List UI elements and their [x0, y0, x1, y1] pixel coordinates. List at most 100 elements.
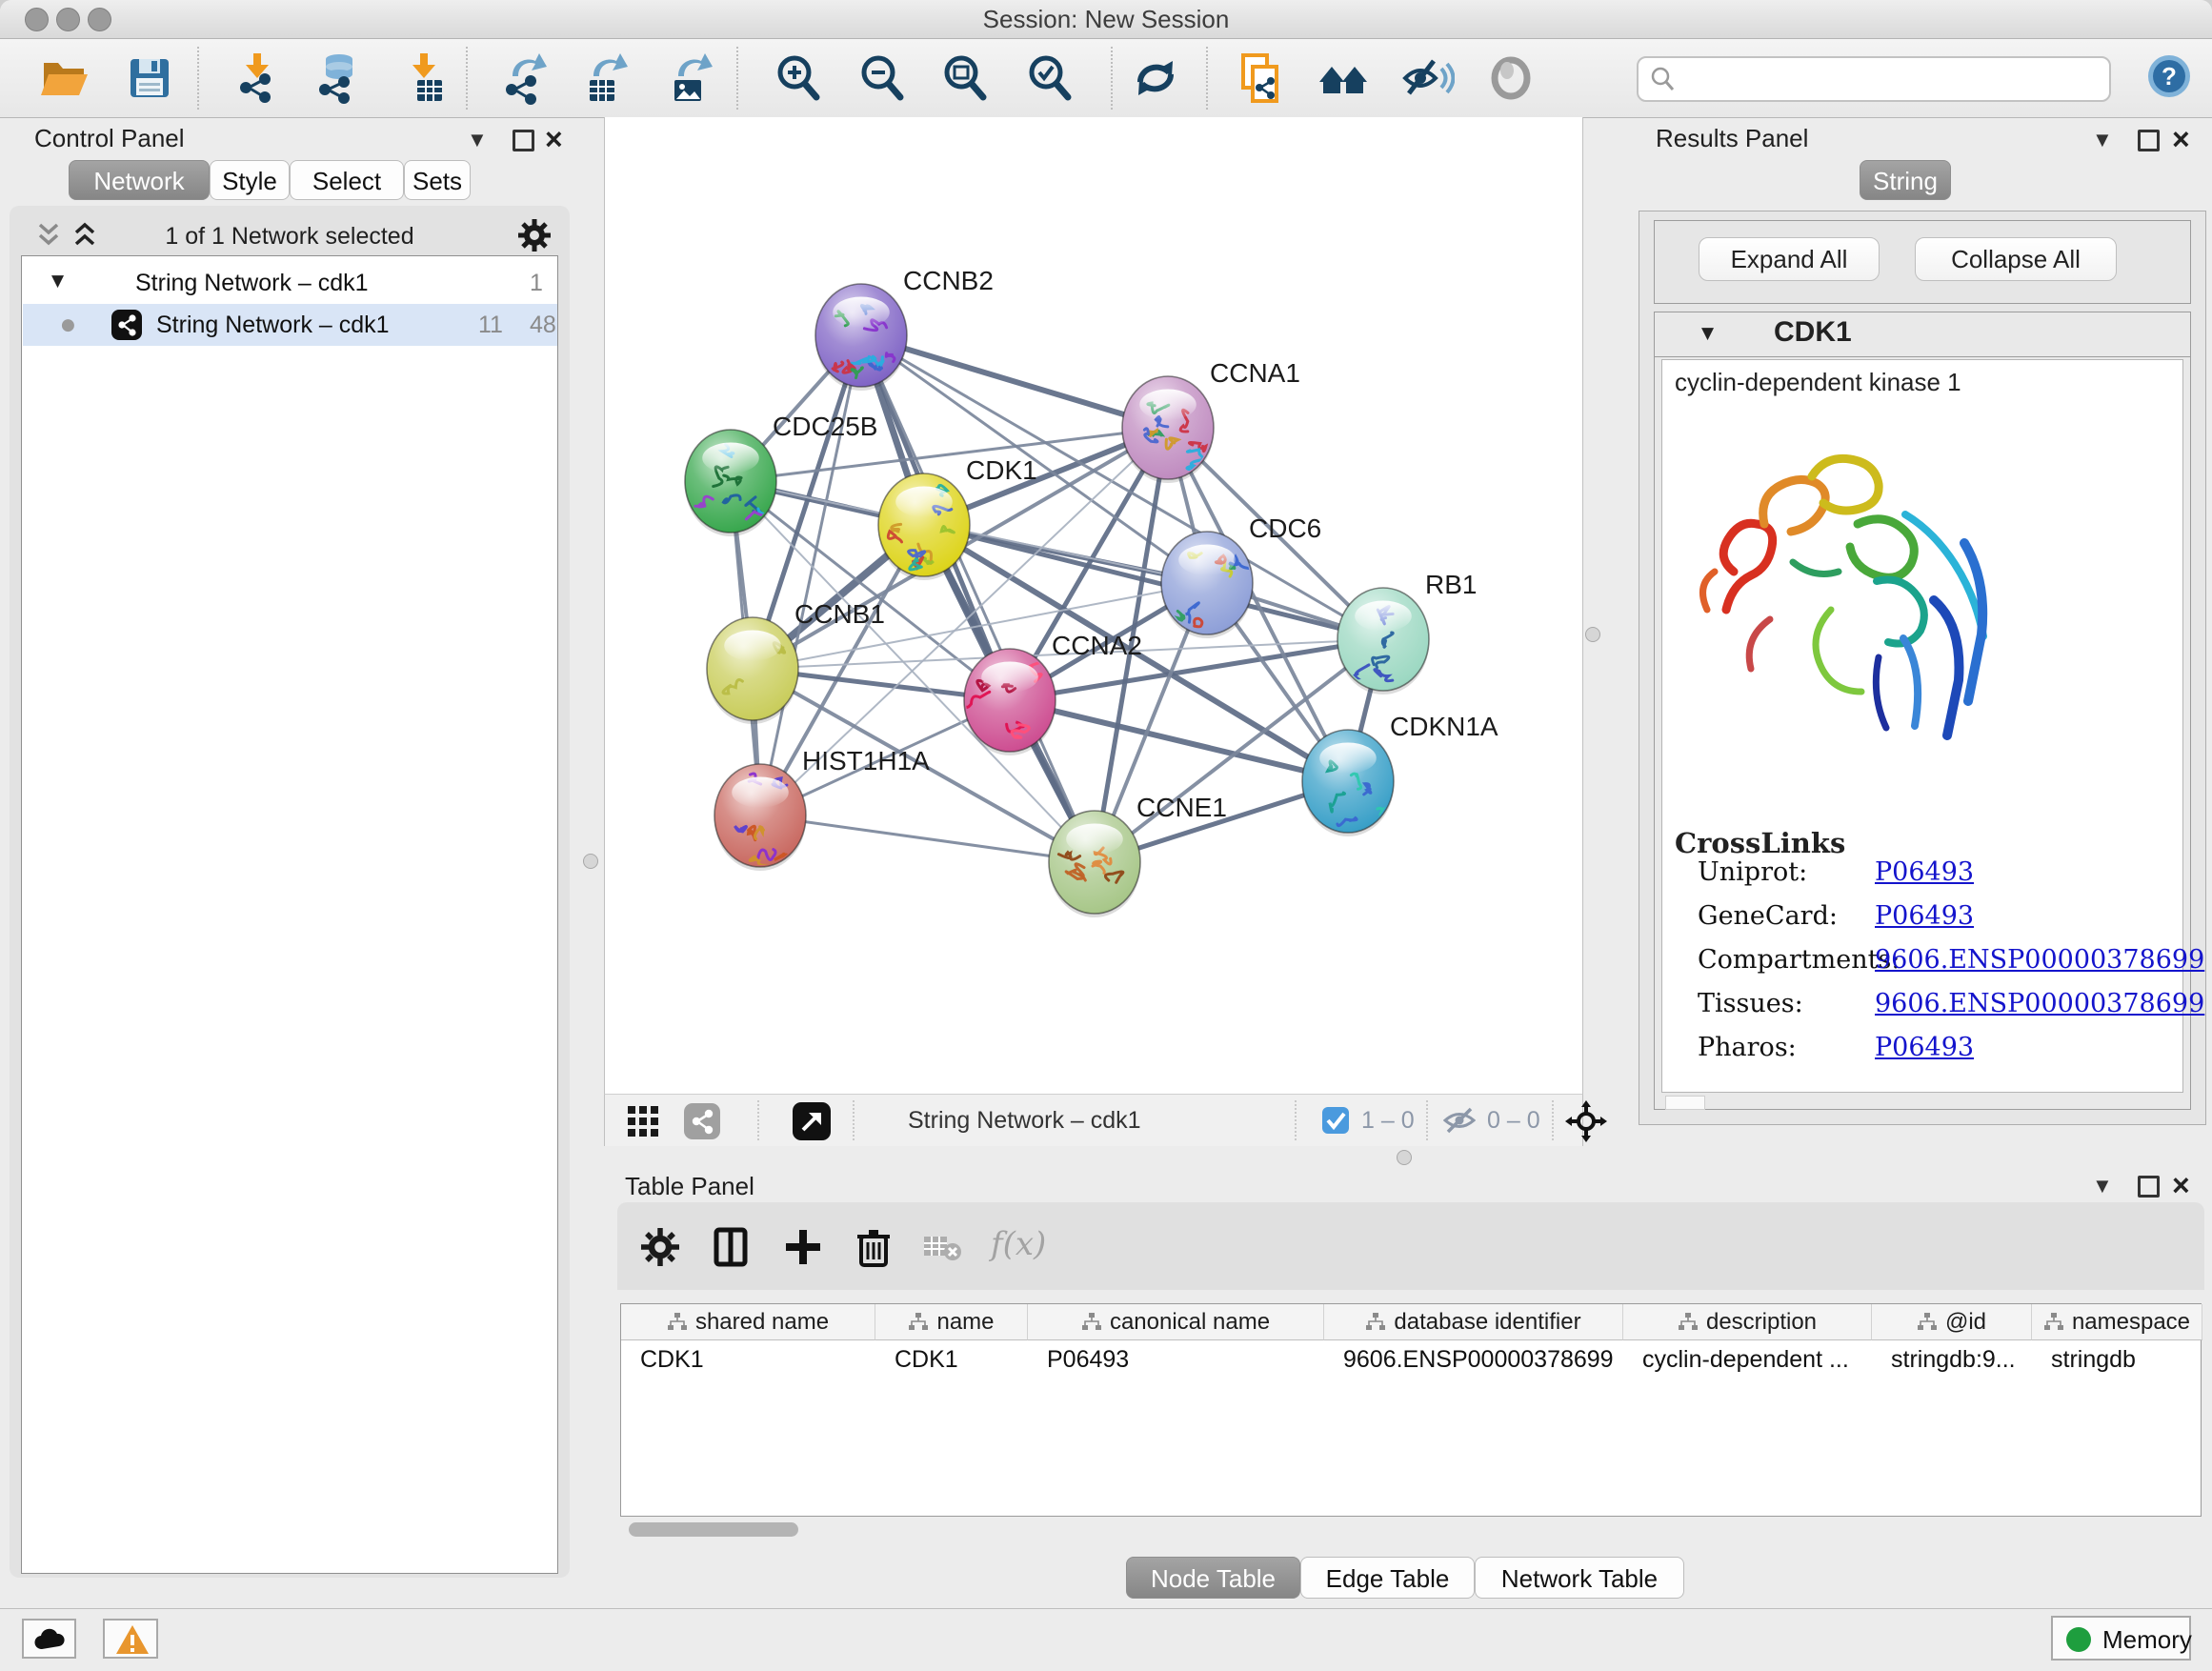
tab-select[interactable]: Select: [290, 160, 404, 200]
birds-eye-grid-icon[interactable]: [626, 1104, 660, 1138]
column-header-description[interactable]: description: [1623, 1304, 1872, 1340]
network-tree-row[interactable]: ● String Network – cdk1 11 48: [23, 304, 557, 346]
network-edge-ccnb2-ccne1[interactable]: [861, 335, 1095, 862]
column-header-database-identifier[interactable]: database identifier: [1324, 1304, 1623, 1340]
open-in-window-icon[interactable]: [792, 1101, 832, 1141]
table-panel-float-icon[interactable]: [2138, 1176, 2160, 1198]
control-panel-close-icon[interactable]: ×: [545, 126, 563, 152]
tab-edge-table[interactable]: Edge Table: [1300, 1557, 1475, 1599]
table-cell[interactable]: P06493: [1028, 1340, 1324, 1379]
crosslink-link[interactable]: 9606.ENSP00000378699: [1875, 989, 2204, 1018]
show-all-icon[interactable]: [1484, 51, 1538, 105]
results-panel-menu-icon[interactable]: ▼: [2092, 128, 2113, 152]
tab-style[interactable]: Style: [210, 160, 290, 200]
column-type-icon: [908, 1313, 929, 1332]
control-panel-float-icon[interactable]: [513, 130, 534, 151]
column-header-name[interactable]: name: [875, 1304, 1028, 1340]
results-panel-close-icon[interactable]: ×: [2172, 126, 2190, 152]
crosslink-link[interactable]: P06493: [1875, 857, 1974, 887]
column-header-shared-name[interactable]: shared name: [621, 1304, 875, 1340]
zoom-in-icon[interactable]: [772, 51, 825, 105]
crosslink-link[interactable]: 9606.ENSP00000378699: [1875, 945, 2204, 975]
splitter-handle[interactable]: [1397, 1150, 1412, 1165]
table-panel-close-icon[interactable]: ×: [2172, 1172, 2190, 1198]
tab-sets[interactable]: Sets: [404, 160, 471, 200]
import-network-icon[interactable]: [231, 51, 285, 105]
network-node-CCNB1[interactable]: CCNB1: [707, 599, 885, 724]
disclosure-triangle-icon[interactable]: ▼: [51, 272, 64, 291]
network-graph[interactable]: CCNB2CCNA1CDC25BCDK1CDC6RB1CCNB1CCNA2CDK…: [605, 117, 1582, 1092]
network-edge-ccnb2-hist1h1a[interactable]: [760, 335, 861, 815]
table-panel-menu-icon[interactable]: ▼: [2092, 1174, 2113, 1198]
column-header--id[interactable]: @id: [1872, 1304, 2032, 1340]
table-cell[interactable]: cyclin-dependent ...: [1623, 1340, 1872, 1379]
network-canvas[interactable]: CCNB2CCNA1CDC25BCDK1CDC6RB1CCNB1CCNA2CDK…: [604, 117, 1583, 1094]
table-cell[interactable]: CDK1: [621, 1340, 875, 1379]
import-database-icon[interactable]: [311, 51, 364, 105]
export-network-icon[interactable]: [497, 51, 551, 105]
network-edge-hist1h1a-ccne1[interactable]: [760, 815, 1095, 862]
gear-icon[interactable]: [516, 217, 553, 253]
save-session-icon[interactable]: [123, 51, 176, 105]
network-node-CCNB2[interactable]: CCNB2: [815, 266, 994, 391]
column-type-icon: [667, 1313, 688, 1332]
help-icon[interactable]: ?: [2146, 53, 2192, 99]
fit-content-crosshair-icon[interactable]: [1565, 1100, 1607, 1142]
network-node-RB1[interactable]: RB1: [1337, 570, 1477, 695]
tab-node-table[interactable]: Node Table: [1126, 1557, 1300, 1599]
hide-selected-icon[interactable]: [1401, 51, 1455, 105]
import-table-icon[interactable]: [398, 51, 452, 105]
network-node-CCNA1[interactable]: CCNA1: [1122, 358, 1300, 483]
table-gear-icon[interactable]: [638, 1225, 682, 1269]
table-hscrollbar-thumb[interactable]: [629, 1522, 798, 1537]
table-cell[interactable]: CDK1: [875, 1340, 1028, 1379]
selected-checkbox-icon[interactable]: [1321, 1106, 1350, 1135]
memory-status-dot: [2066, 1627, 2091, 1652]
network-node-CDKN1A[interactable]: CDKN1A: [1302, 712, 1498, 836]
title-bar: Session: New Session: [0, 0, 2212, 39]
search-input[interactable]: [1684, 60, 2098, 96]
table-cell[interactable]: 9606.ENSP00000378699: [1324, 1340, 1623, 1379]
splitter-handle[interactable]: [583, 854, 598, 869]
network-node-CCNE1[interactable]: CCNE1: [1049, 793, 1227, 917]
add-column-icon[interactable]: [781, 1225, 825, 1269]
network-node-HIST1H1A[interactable]: HIST1H1A: [714, 746, 930, 871]
tab-network-table[interactable]: Network Table: [1475, 1557, 1684, 1599]
node-label: CCNA2: [1052, 631, 1142, 660]
control-panel-menu-icon[interactable]: ▼: [467, 128, 488, 152]
tab-network[interactable]: Network: [69, 160, 210, 200]
show-columns-icon[interactable]: [709, 1225, 753, 1269]
open-file-icon[interactable]: [38, 51, 91, 105]
home-icon[interactable]: [1317, 51, 1371, 105]
delete-column-icon[interactable]: [852, 1225, 895, 1269]
network-edge-ccnb2-ccna1[interactable]: [861, 335, 1168, 428]
entry-disclosure-triangle-icon[interactable]: ▼: [1701, 324, 1714, 343]
zoom-selected-icon[interactable]: [1023, 51, 1076, 105]
column-type-icon: [1081, 1313, 1102, 1332]
column-header-canonical-name[interactable]: canonical name: [1028, 1304, 1324, 1340]
zoom-out-icon[interactable]: [855, 51, 909, 105]
cloud-status-button[interactable]: [22, 1619, 76, 1659]
splitter-handle[interactable]: [1585, 627, 1600, 642]
results-scrollbar-stub[interactable]: [1665, 1096, 1705, 1110]
string-view-icon[interactable]: [683, 1102, 721, 1140]
table-cell[interactable]: stringdb: [2032, 1340, 2202, 1379]
crosslink-link[interactable]: P06493: [1875, 1033, 1974, 1062]
collapse-all-button[interactable]: Collapse All: [1915, 237, 2117, 281]
hidden-eye-icon[interactable]: [1443, 1106, 1476, 1135]
apply-layout-icon[interactable]: [1129, 51, 1182, 105]
warnings-button[interactable]: [103, 1619, 158, 1659]
expand-all-button[interactable]: Expand All: [1699, 237, 1880, 281]
zoom-fit-icon[interactable]: [938, 51, 992, 105]
memory-button[interactable]: Memory: [2051, 1616, 2191, 1661]
crosslink-link[interactable]: P06493: [1875, 901, 1974, 931]
network-tree-root-row[interactable]: ▼ String Network – cdk1 1: [23, 262, 557, 304]
export-image-icon[interactable]: [663, 51, 716, 105]
results-panel-float-icon[interactable]: [2138, 130, 2160, 151]
tab-string[interactable]: String: [1860, 160, 1951, 200]
table-cell[interactable]: stringdb:9...: [1872, 1340, 2032, 1379]
string-documents-icon[interactable]: [1234, 51, 1287, 105]
footer-separator: [1552, 1100, 1554, 1140]
column-header-namespace[interactable]: namespace: [2032, 1304, 2202, 1340]
export-table-icon[interactable]: [578, 51, 632, 105]
